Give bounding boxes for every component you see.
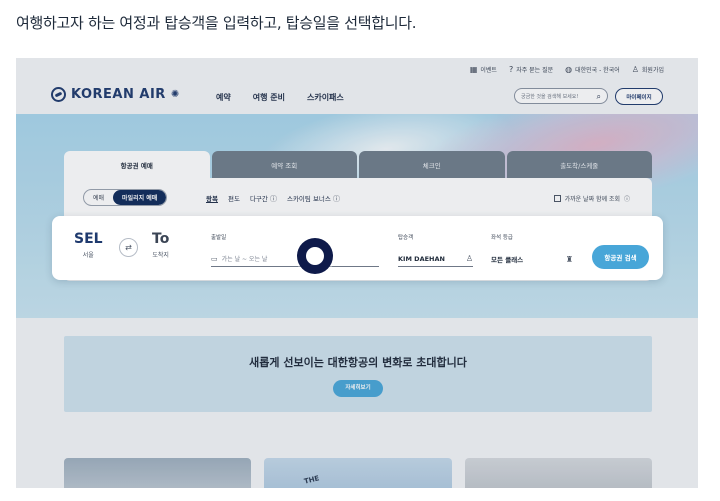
nav-booking[interactable]: 예약 [216, 92, 231, 103]
util-language[interactable]: ◍ 대한민국 - 한국어 [565, 65, 620, 74]
promo-banner: 새롭게 선보이는 대한항공의 변화로 초대합니다 자세히보기 [64, 336, 652, 412]
tab-check-in[interactable]: 체크인 [359, 151, 505, 178]
booking-tabs: 항공권 예매 예약 조회 체크인 출도착/스케줄 [64, 151, 652, 178]
content-cards: THE [64, 458, 652, 488]
departure-selector[interactable]: SEL 서울 [74, 231, 103, 259]
tab-flight-booking[interactable]: 항공권 예매 [64, 151, 210, 178]
taegeuk-logo-icon [51, 87, 66, 102]
utility-bar: ▦ 이벤트 ? 자주 묻는 질문 ◍ 대한민국 - 한국어 ♙ 회원가입 [470, 65, 664, 74]
help-icon[interactable]: ⓘ [270, 195, 277, 203]
mode-mileage[interactable]: 마일리지 예매 [113, 190, 167, 205]
question-icon: ? [508, 64, 514, 74]
person-icon: ♙ [465, 254, 473, 263]
site-search-input[interactable]: 궁금한 것을 검색해 보세요! ⌕ [514, 88, 608, 104]
seat-icon: ♜ [565, 254, 573, 264]
instruction-text: 여행하고자 하는 여정과 탑승객을 입력하고, 탑승일을 선택합니다. [16, 14, 417, 32]
promo-title: 새롭게 선보이는 대한항공의 변화로 초대합니다 [249, 356, 467, 369]
util-events[interactable]: ▦ 이벤트 [470, 65, 497, 74]
nav-skypass[interactable]: 스카이패스 [307, 92, 344, 103]
main-nav: 예약 여행 준비 스카이패스 [216, 92, 344, 103]
search-icon[interactable]: ⌕ [597, 92, 601, 102]
util-signup[interactable]: ♙ 회원가입 [632, 65, 664, 74]
content-card[interactable] [464, 458, 652, 488]
flight-search-button[interactable]: 항공권 검색 [592, 245, 649, 269]
mode-regular[interactable]: 예매 [84, 190, 113, 205]
help-icon[interactable]: ⓘ [333, 195, 340, 203]
flight-search-bar: SEL 서울 ⇄ To 도착지 출발일 ▭ 가는 날 ~ 오는 날 탑승객 KI… [52, 216, 663, 280]
content-card[interactable] [64, 458, 252, 488]
tab-reservation-lookup[interactable]: 예약 조회 [211, 151, 357, 178]
content-card[interactable]: THE [264, 458, 452, 488]
cabin-label: 좌석 등급 [491, 235, 513, 241]
mypage-button[interactable]: 마이페이지 [615, 88, 663, 105]
website-screenshot: ▦ 이벤트 ? 자주 묻는 질문 ◍ 대한민국 - 한국어 ♙ 회원가입 KOREAN … [16, 58, 698, 488]
calendar-icon: ▭ [211, 254, 218, 263]
trip-roundtrip[interactable]: 왕복 [206, 193, 218, 204]
trip-multicity[interactable]: 다구간 ⓘ [250, 193, 277, 204]
nearby-dates-option[interactable]: 가까운 날짜 함께 조회 ⓘ [553, 194, 630, 203]
user-plus-icon: ♙ [631, 64, 639, 74]
passenger-field[interactable]: KIM DAEHAN ♙ [398, 251, 473, 267]
trip-type-options: 왕복 편도 다구간 ⓘ 스카이팀 보너스 ⓘ [206, 193, 340, 204]
cabin-class-field[interactable]: 모든 클래스 ♜ [491, 251, 573, 267]
departure-date-field[interactable]: ▭ 가는 날 ~ 오는 날 [211, 251, 379, 267]
arrival-selector[interactable]: To 도착지 [152, 231, 169, 259]
promo-details-button[interactable]: 자세히보기 [333, 380, 383, 397]
booking-mode-toggle: 예매 마일리지 예매 [83, 189, 168, 206]
korean-air-logo[interactable]: KOREAN AIR ✺ [51, 87, 179, 102]
swap-route-icon[interactable]: ⇄ [119, 238, 138, 257]
trip-oneway[interactable]: 편도 [228, 193, 240, 204]
anniversary-badge-icon: ✺ [170, 89, 180, 100]
nav-travel-prep[interactable]: 여행 준비 [253, 92, 285, 103]
trip-skyteam-bonus[interactable]: 스카이팀 보너스 ⓘ [287, 193, 340, 204]
click-indicator [297, 238, 333, 274]
date-label: 출발일 [211, 235, 227, 241]
help-icon[interactable]: ⓘ [624, 194, 630, 203]
util-faq[interactable]: ? 자주 묻는 질문 [509, 65, 553, 74]
nearby-dates-checkbox[interactable] [553, 195, 561, 202]
globe-icon: ◍ [565, 64, 573, 74]
passenger-label: 탑승객 [398, 235, 414, 241]
tab-flight-status[interactable]: 출도착/스케줄 [506, 151, 652, 178]
site-header: KOREAN AIR ✺ 예약 여행 준비 스카이패스 궁금한 것을 검색해 보… [16, 84, 698, 114]
calendar-icon: ▦ [469, 64, 478, 74]
